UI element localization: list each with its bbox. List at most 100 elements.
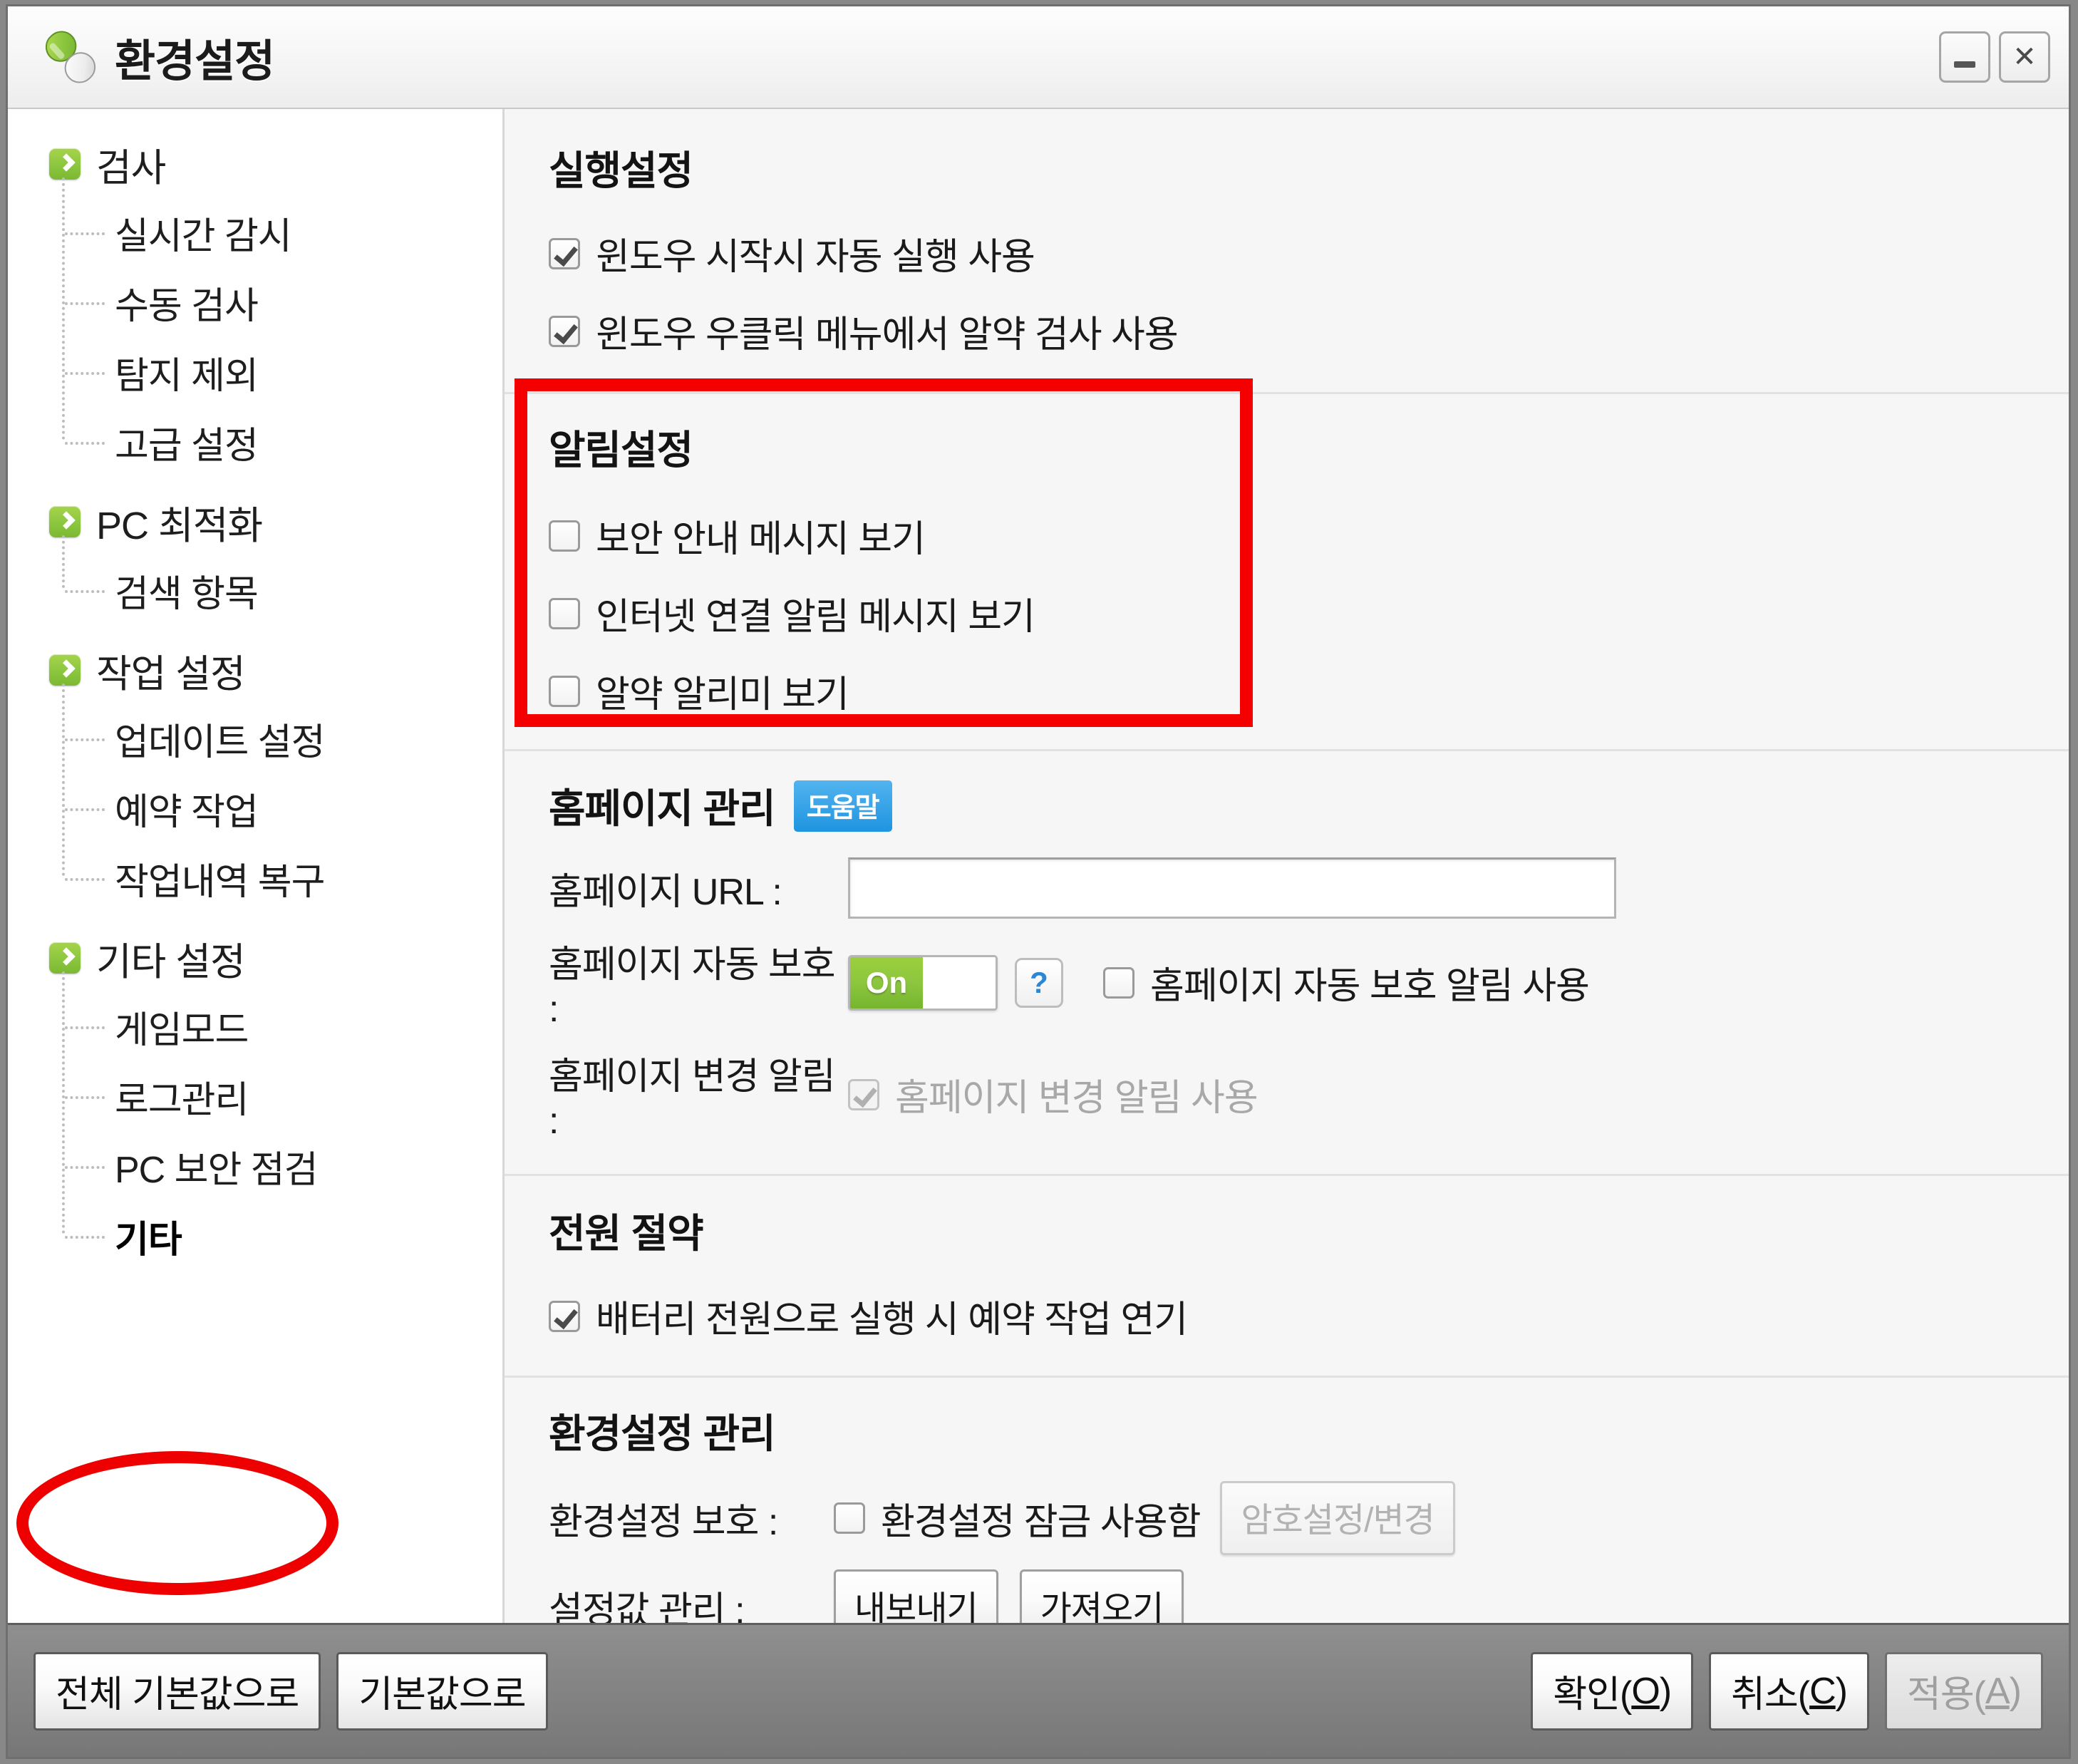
checkbox-label: 보안 안내 메시지 보기 — [596, 519, 926, 560]
toggle-state-label: On — [850, 956, 923, 1009]
sidebar-item-task-settings[interactable]: 작업 설정 — [8, 636, 502, 703]
checkbox-row-security-notice[interactable]: 보안 안내 메시지 보기 — [549, 509, 2069, 562]
cancel-button[interactable]: 취소(C) — [1709, 1651, 1869, 1731]
sidebar-item-label: 작업내역 복구 — [115, 861, 325, 903]
sidebar-group-scan: 검사 실시간 감시 수동 검사 탐지 제외 고급 설정 — [8, 130, 502, 477]
checkbox-autostart[interactable] — [549, 237, 580, 269]
reset-defaults-button[interactable]: 기본값으로 — [336, 1651, 548, 1731]
footer-right-buttons: 확인(O) 취소(C) 적용(A) — [1531, 1651, 2043, 1731]
sidebar-item-label: 고급 설정 — [115, 425, 259, 467]
sidebar-item-advanced-settings[interactable]: 고급 설정 — [65, 407, 502, 477]
checkbox-row-config-lock[interactable]: 환경설정 잠금 사용함 — [834, 1492, 1201, 1545]
settings-content-panel: 실행설정 윈도우 시작시 자동 실행 사용 윈도우 우클릭 메뉴에서 알약 검사… — [505, 109, 2069, 1623]
sidebar-group-label: 기타 설정 — [96, 940, 246, 984]
sidebar-children: 실시간 감시 수동 검사 탐지 제외 고급 설정 — [8, 177, 502, 477]
section-title-text: 환경설정 관리 — [549, 1411, 776, 1456]
cancel-button-tail: ) — [1835, 1670, 1848, 1712]
checkbox-context-menu-scan[interactable] — [549, 315, 580, 347]
checkbox-row-internet-connection-alert[interactable]: 인터넷 연결 알림 메시지 보기 — [549, 587, 2069, 640]
checkbox-battery-defer[interactable] — [549, 1300, 580, 1332]
section-title-text: 전원 절약 — [549, 1211, 704, 1256]
sidebar-item-pc-security-check[interactable]: PC 보안 점검 — [65, 1131, 502, 1201]
homepage-autoprotect-toggle[interactable]: On — [848, 954, 998, 1011]
sidebar-item-label: 로그관리 — [115, 1079, 249, 1121]
window-title: 환경설정 — [115, 37, 275, 86]
window-body: 검사 실시간 감시 수동 검사 탐지 제외 고급 설정 PC 최적화 검색 항목… — [8, 109, 2069, 1623]
apply-button-text: 적용( — [1906, 1674, 1986, 1716]
green-arrow-icon — [49, 654, 81, 686]
sidebar-item-update-settings[interactable]: 업데이트 설정 — [65, 703, 502, 773]
section-power-saving: 전원 절약 배터리 전원으로 실행 시 예약 작업 연기 — [505, 1176, 2069, 1343]
reset-all-defaults-button[interactable]: 전체 기본값으로 — [33, 1651, 321, 1731]
close-button[interactable]: ✕ — [1999, 31, 2050, 83]
sidebar-children: 업데이트 설정 예약 작업 작업내역 복구 — [8, 684, 502, 913]
minimize-button[interactable] — [1939, 31, 1990, 83]
settings-tree: 검사 실시간 감시 수동 검사 탐지 제외 고급 설정 PC 최적화 검색 항목… — [8, 130, 502, 1271]
checkbox-row-alyac-alarm[interactable]: 알약 알리미 보기 — [549, 664, 2069, 718]
export-button[interactable]: 내보내기 — [834, 1569, 998, 1623]
sidebar-item-label: 예약 작업 — [115, 791, 259, 833]
checkbox-change-alert — [848, 1078, 879, 1110]
checkbox-config-lock[interactable] — [834, 1502, 865, 1534]
ok-button[interactable]: 확인(O) — [1531, 1651, 1694, 1731]
green-arrow-icon — [49, 506, 81, 537]
checkbox-row-autoprotect-alert[interactable]: 홈페이지 자동 보호 알림 사용 — [1103, 956, 1590, 1009]
cancel-button-text: 취소( — [1731, 1674, 1810, 1716]
question-mark-icon[interactable]: ? — [1015, 957, 1063, 1008]
sidebar-item-etc[interactable]: 기타 — [65, 1201, 502, 1271]
pill-capsule-icon — [36, 23, 105, 91]
checkbox-row-context-menu-scan[interactable]: 윈도우 우클릭 메뉴에서 알약 검사 사용 — [549, 304, 2069, 358]
section-title-config-management: 환경설정 관리 — [549, 1402, 2069, 1460]
sidebar-item-manual-scan[interactable]: 수동 검사 — [65, 267, 502, 337]
checkbox-autoprotect-alert[interactable] — [1103, 966, 1134, 999]
sidebar-item-label: 기타 — [115, 1219, 182, 1261]
checkbox-row-autostart[interactable]: 윈도우 시작시 자동 실행 사용 — [549, 227, 2069, 280]
window-controls: ✕ — [1939, 31, 2050, 83]
checkbox-row-battery-defer[interactable]: 배터리 전원으로 실행 시 예약 작업 연기 — [549, 1289, 2069, 1343]
sidebar-item-task-history-restore[interactable]: 작업내역 복구 — [65, 843, 502, 913]
checkbox-label: 배터리 전원으로 실행 시 예약 작업 연기 — [596, 1299, 1188, 1341]
sidebar-item-exclusions[interactable]: 탐지 제외 — [65, 337, 502, 407]
help-badge[interactable]: 도움말 — [793, 780, 892, 832]
checkbox-label: 환경설정 잠금 사용함 — [881, 1501, 1201, 1543]
row-homepage-change-alert: 홈페이지 변경 알림 : 홈페이지 변경 알림 사용 — [549, 1046, 2069, 1143]
sidebar-item-log-management[interactable]: 로그관리 — [65, 1061, 502, 1131]
section-title-text: 알림설정 — [549, 428, 693, 473]
section-config-management: 환경설정 관리 환경설정 보호 : 환경설정 잠금 사용함 암호설정/변경 설정… — [505, 1378, 2069, 1623]
import-button[interactable]: 가져오기 — [1019, 1569, 1184, 1623]
sidebar-item-etc-settings[interactable]: 기타 설정 — [8, 924, 502, 991]
title-bar: 환경설정 ✕ — [8, 6, 2069, 109]
apply-button: 적용(A) — [1884, 1651, 2043, 1731]
section-title-text: 홈페이지 관리 — [549, 786, 776, 831]
config-protect-label: 환경설정 보호 : — [549, 1501, 778, 1543]
checkbox-label: 윈도우 우클릭 메뉴에서 알약 검사 사용 — [596, 314, 1179, 356]
homepage-url-input[interactable] — [848, 857, 1616, 919]
sidebar-item-scheduled-task[interactable]: 예약 작업 — [65, 773, 502, 843]
sidebar-item-label: 업데이트 설정 — [115, 721, 325, 763]
sidebar-item-realtime-monitor[interactable]: 실시간 감시 — [65, 197, 502, 267]
row-config-protect: 환경설정 보호 : 환경설정 잠금 사용함 암호설정/변경 — [549, 1481, 2069, 1555]
section-alert-settings: 알림설정 보안 안내 메시지 보기 인터넷 연결 알림 메시지 보기 알약 알리… — [505, 394, 2069, 718]
section-homepage-management: 홈페이지 관리 도움말 홈페이지 URL : 홈페이지 자동 보호 : On ?… — [505, 751, 2069, 1143]
apply-button-mnemonic: A — [1985, 1670, 2010, 1712]
sidebar-group-label: 작업 설정 — [96, 652, 246, 696]
sidebar-item-label: 게임모드 — [115, 1009, 249, 1051]
sidebar-item-scan[interactable]: 검사 — [8, 130, 502, 197]
checkbox-label: 홈페이지 자동 보호 알림 사용 — [1150, 966, 1590, 1007]
checkbox-security-notice[interactable] — [549, 520, 580, 552]
minimize-icon — [1954, 61, 1975, 68]
sidebar-item-search-items[interactable]: 검색 항목 — [65, 555, 502, 625]
apply-button-tail: ) — [2009, 1670, 2022, 1712]
footer-left-buttons: 전체 기본값으로 기본값으로 — [33, 1651, 548, 1731]
sidebar-item-pc-optimize[interactable]: PC 최적화 — [8, 488, 502, 555]
checkbox-label: 윈도우 시작시 자동 실행 사용 — [596, 237, 1035, 278]
homepage-url-label: 홈페이지 URL : — [549, 871, 782, 913]
sidebar-item-label: 실시간 감시 — [115, 215, 292, 257]
sidebar-item-game-mode[interactable]: 게임모드 — [65, 991, 502, 1061]
section-title-text: 실행설정 — [549, 148, 693, 193]
checkbox-internet-connection-alert[interactable] — [549, 597, 580, 629]
config-values-label: 설정값 관리 : — [549, 1589, 745, 1624]
checkbox-alyac-alarm[interactable] — [549, 675, 580, 707]
checkbox-row-change-alert: 홈페이지 변경 알림 사용 — [848, 1068, 1258, 1121]
password-set-change-button[interactable]: 암호설정/변경 — [1220, 1481, 1455, 1555]
